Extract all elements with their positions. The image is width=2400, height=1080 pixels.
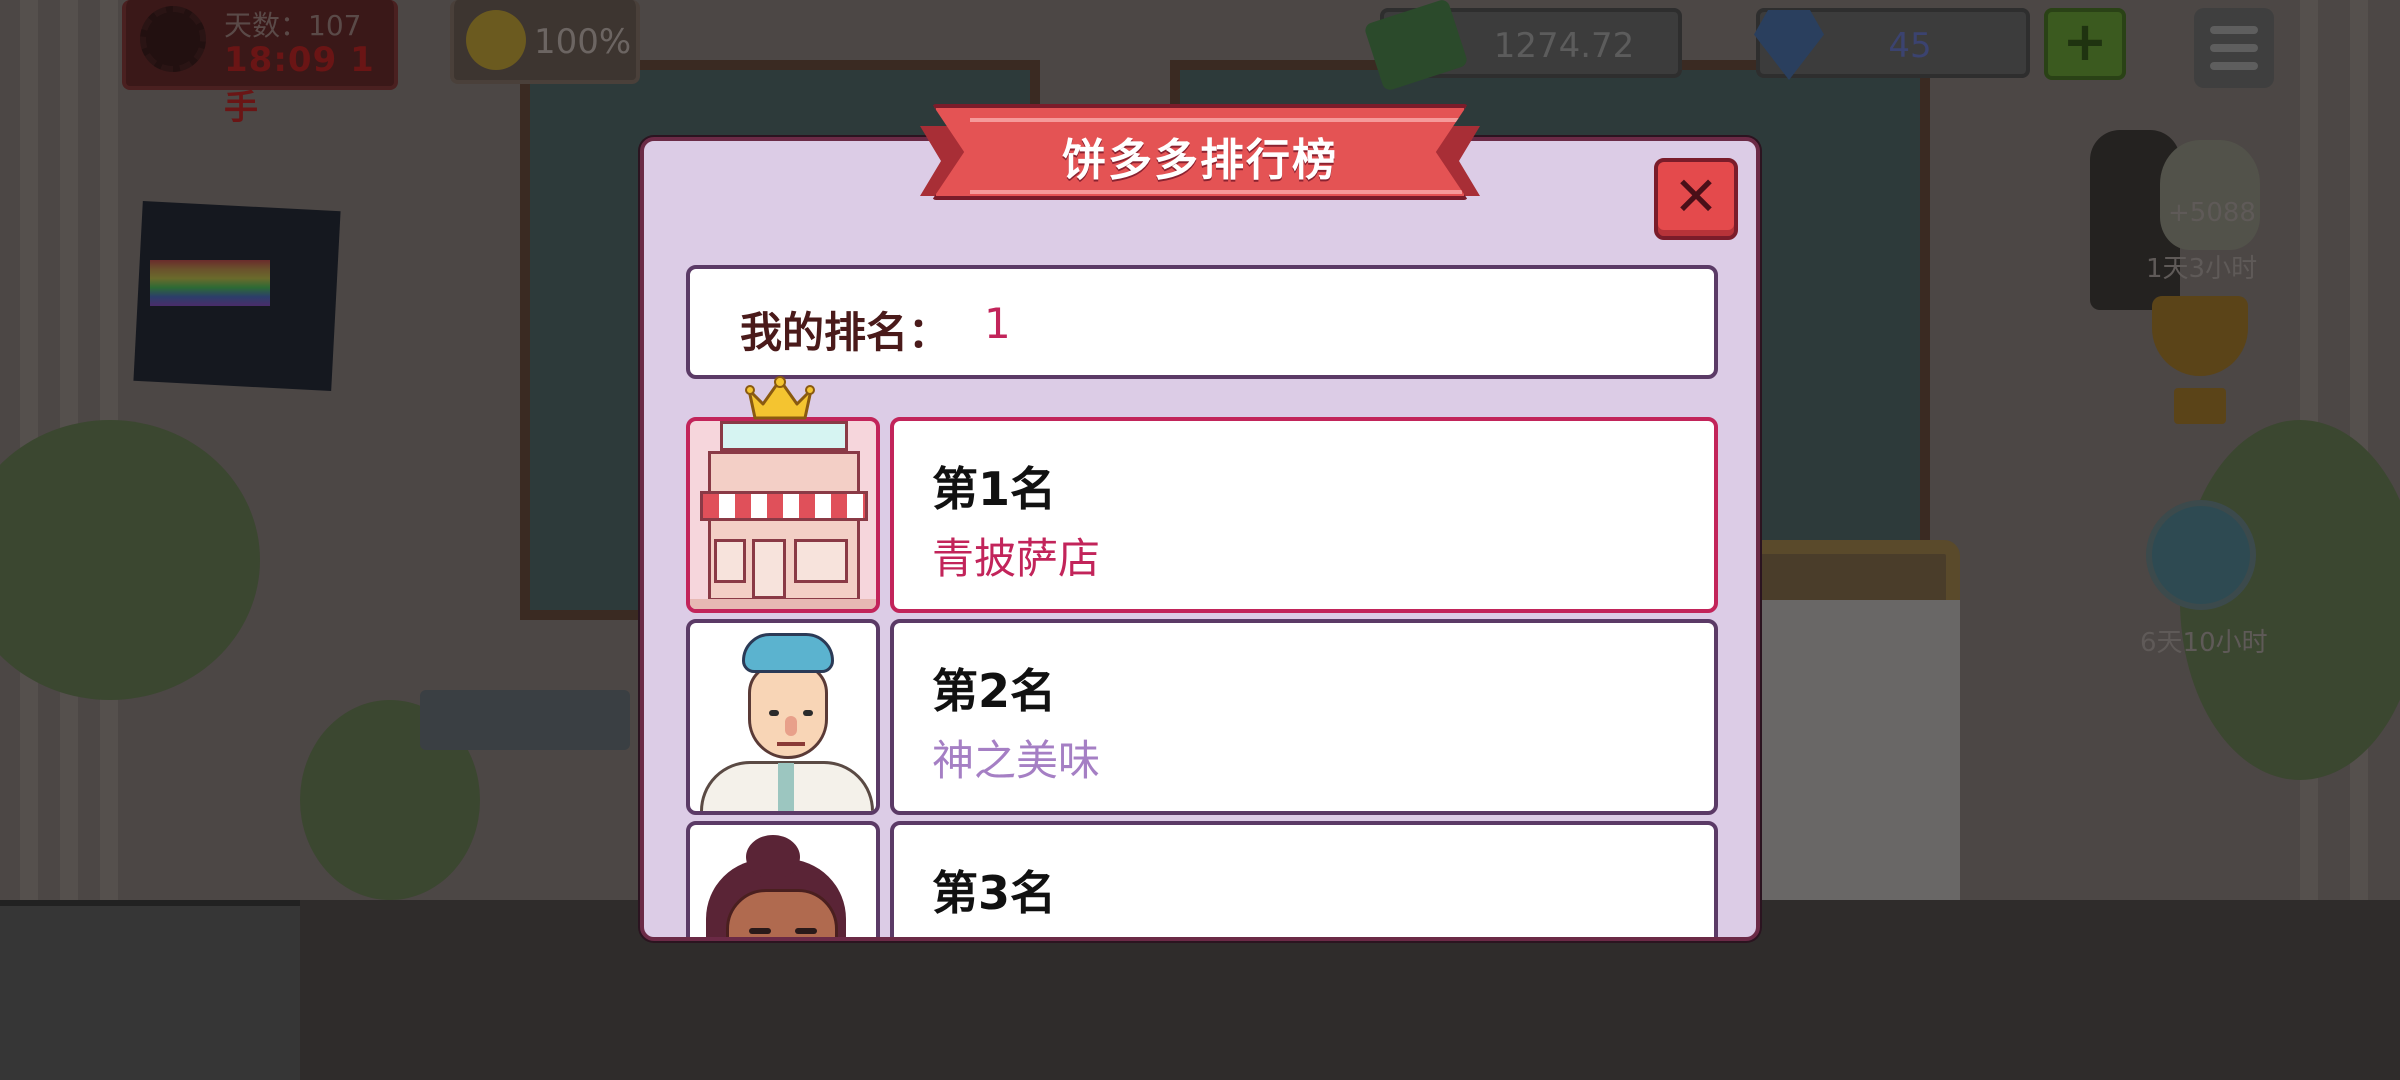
day-count: 天数：107	[224, 9, 362, 42]
leaderboard-dialog: 我的排名： 1 第1名 青披萨店 第2名 神之美味 第3名	[640, 137, 1760, 941]
mouth	[777, 742, 805, 746]
eye	[749, 928, 771, 934]
globe-timer: 6天10小时	[2140, 628, 2268, 658]
reward-jar-icon[interactable]	[2160, 140, 2260, 250]
title-banner: 饼多多排行榜	[920, 104, 1480, 204]
eye	[795, 928, 817, 934]
leaderboard-row[interactable]: 第1名 青披萨店	[686, 417, 1718, 613]
money-value: 1274.72	[1493, 26, 1635, 66]
add-gems-button[interactable]: +	[2044, 8, 2126, 80]
rank-position: 第3名	[932, 866, 1057, 920]
cash-register	[0, 900, 300, 1080]
gem-icon	[1754, 10, 1824, 80]
shop-sidewalk	[690, 599, 876, 609]
chef-face	[748, 663, 828, 759]
chef-hair	[742, 633, 834, 673]
rank-position: 第1名	[932, 462, 1057, 516]
mood-panel[interactable]: 100%	[450, 0, 640, 84]
lady-hair-bun	[746, 835, 800, 879]
smiley-icon	[466, 10, 526, 70]
lady-avatar	[686, 821, 880, 937]
shop-window	[794, 539, 848, 583]
eye	[803, 710, 813, 716]
shop-awning	[700, 491, 868, 521]
money-panel[interactable]: 1274.72	[1363, 0, 1682, 92]
shop-door	[752, 539, 786, 599]
my-rank-label: 我的排名：	[740, 308, 951, 357]
menu-icon	[2210, 44, 2258, 52]
day-panel[interactable]: 天数：107 18:09 1手	[122, 0, 398, 128]
trophy-icon[interactable]	[2140, 296, 2260, 426]
shop-name: 神之美味	[932, 736, 1101, 785]
rainbow-image	[150, 260, 270, 306]
menu-icon	[2210, 26, 2258, 34]
shop-name: 青披萨店	[932, 534, 1101, 583]
globe-event-icon[interactable]	[2146, 500, 2256, 610]
jar-bonus: +5088	[2168, 198, 2256, 228]
nose	[785, 716, 797, 736]
leaderboard-row[interactable]: 第3名	[686, 821, 1718, 937]
chef-avatar	[686, 619, 880, 815]
rank-card: 第2名 神之美味	[890, 619, 1718, 815]
day-timer: 18:09 1手	[224, 40, 375, 128]
close-icon: ✕	[1673, 165, 1719, 228]
cafe-table	[420, 690, 630, 750]
gem-panel[interactable]: 45	[1754, 8, 2030, 80]
gem-value: 45	[1888, 26, 1932, 66]
my-rank-value: 1	[984, 299, 1011, 348]
trophy-cup	[2152, 296, 2248, 376]
chef-tie	[778, 763, 794, 811]
shop-sign	[720, 421, 848, 451]
shop-window	[714, 539, 746, 583]
rank-card: 第1名 青披萨店	[890, 417, 1718, 613]
my-rank-panel: 我的排名： 1	[686, 265, 1718, 379]
mood-percent: 100%	[534, 22, 632, 62]
virus-icon	[140, 6, 206, 72]
lady-face	[726, 889, 838, 937]
leaderboard-row[interactable]: 第2名 神之美味	[686, 619, 1718, 815]
close-button[interactable]: ✕	[1654, 158, 1738, 240]
eye	[769, 710, 779, 716]
jar-timer: 1天3小时	[2146, 254, 2258, 284]
rank-card: 第3名	[890, 821, 1718, 937]
crown-icon	[745, 376, 815, 420]
menu-icon	[2210, 62, 2258, 70]
trophy-base	[2174, 388, 2226, 424]
rank-position: 第2名	[932, 664, 1057, 718]
shop-avatar	[686, 417, 880, 613]
dialog-title: 饼多多排行榜	[1062, 135, 1338, 186]
menu-button[interactable]	[2194, 8, 2274, 88]
